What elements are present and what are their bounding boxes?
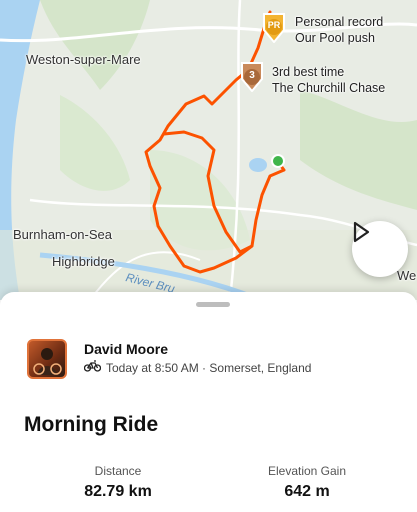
activity-title: Morning Ride [24,413,159,436]
stat-elevation-value: 642 m [284,483,330,500]
stat-distance: Distance 82.79 km [68,464,168,501]
stat-distance-value: 82.79 km [84,483,152,500]
achievement-pr-line1: Personal record [295,15,384,29]
stat-elevation-label: Elevation Gain [267,464,347,478]
drag-handle[interactable] [196,302,230,307]
route-map[interactable]: Weston-super-Mare Burnham-on-Sea Highbri… [0,0,417,300]
stat-distance-label: Distance [94,464,142,478]
achievement-pr-line2: Our Pool push [295,31,375,45]
avatar[interactable] [27,339,67,379]
activity-meta: Today at 8:50 AM · Somerset, England [83,360,312,375]
pr-badge-text: PR [267,20,281,30]
athlete-name[interactable]: David Moore [84,341,168,357]
stat-elevation: Elevation Gain 642 m [252,464,362,501]
bronze-medal-text: 3 [249,70,255,81]
place-label-weston: Weston-super-Mare [26,52,141,67]
place-label-edge: We [397,268,417,283]
activity-meta-text: Today at 8:50 AM · Somerset, England [106,360,312,375]
achievement-3rd-line2: The Churchill Chase [272,81,386,95]
place-label-highbridge: Highbridge [52,254,115,269]
play-flyover-button[interactable] [352,221,408,277]
achievement-3rd[interactable]: 3rd best time The Churchill Chase [272,64,385,96]
place-label-burnham: Burnham-on-Sea [13,227,112,242]
bike-icon [83,360,102,375]
achievement-3rd-line1: 3rd best time [272,65,345,79]
achievement-pr[interactable]: Personal record Our Pool push [295,14,383,46]
activity-sheet[interactable]: David Moore Today at 8:50 AM · Somerset,… [0,292,417,512]
